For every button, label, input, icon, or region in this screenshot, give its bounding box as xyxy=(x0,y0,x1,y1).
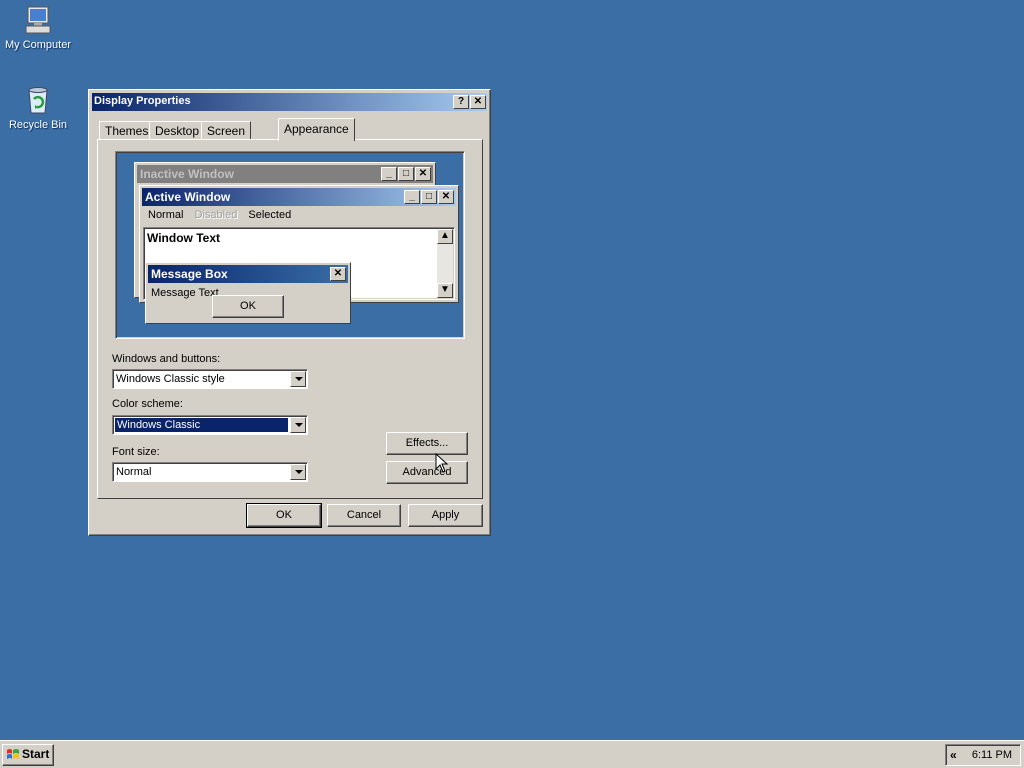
font-size-value: Normal xyxy=(116,466,152,478)
start-label: Start xyxy=(22,747,50,761)
desktop-icon-recycle-bin[interactable]: Recycle Bin xyxy=(0,84,76,131)
color-scheme-value: Windows Classic xyxy=(114,417,289,433)
taskbar: Start « 6:11 PM xyxy=(0,740,1024,768)
font-size-label: Font size: xyxy=(112,446,160,458)
dialog-titlebar[interactable]: Display Properties ? ✕ xyxy=(92,93,487,111)
tab-themes[interactable]: Themes xyxy=(99,121,155,139)
windows-buttons-select[interactable]: Windows Classic style xyxy=(112,369,308,389)
tab-desktop[interactable]: Desktop xyxy=(149,121,206,139)
tab-appearance[interactable]: Appearance xyxy=(278,118,355,141)
appearance-preview: Inactive Window _ □ ✕ Active Window _ □ … xyxy=(115,151,465,339)
effects-button[interactable]: Effects... xyxy=(386,432,468,455)
color-scheme-select[interactable]: Windows Classic xyxy=(112,415,308,435)
clock[interactable]: 6:11 PM xyxy=(972,749,1012,761)
preview-inactive-title: Inactive Window xyxy=(140,167,234,181)
recycle-bin-icon xyxy=(22,84,54,116)
chevron-down-icon[interactable] xyxy=(290,464,306,480)
apply-button[interactable]: Apply xyxy=(408,504,483,527)
system-tray: « 6:11 PM xyxy=(945,744,1021,766)
preview-message-box: Message Box ✕ Message Text OK xyxy=(145,262,351,324)
preview-msgbox-text: Message Text xyxy=(151,287,219,299)
cancel-button[interactable]: Cancel xyxy=(327,504,401,527)
color-scheme-label: Color scheme: xyxy=(112,398,183,410)
close-icon: ✕ xyxy=(438,190,454,204)
start-button[interactable]: Start xyxy=(2,744,54,766)
minimize-icon: _ xyxy=(404,190,420,204)
minimize-icon: _ xyxy=(381,167,397,181)
preview-menu-selected: Selected xyxy=(248,209,292,221)
desktop-icon-label: Recycle Bin xyxy=(8,119,68,131)
windows-buttons-label: Windows and buttons: xyxy=(112,353,221,365)
scroll-down-icon: ▼ xyxy=(437,283,453,298)
my-computer-icon xyxy=(22,4,54,36)
preview-inactive-titlebar: Inactive Window _ □ ✕ xyxy=(137,165,433,183)
preview-menu-normal: Normal xyxy=(148,209,184,221)
scroll-up-icon: ▲ xyxy=(437,229,453,244)
close-button[interactable]: ✕ xyxy=(470,95,486,109)
tray-expand-button[interactable]: « xyxy=(950,748,957,762)
appearance-panel: Inactive Window _ □ ✕ Active Window _ □ … xyxy=(97,139,483,499)
tab-screen-saver[interactable]: Screen Saver xyxy=(201,121,252,152)
preview-window-text: Window Text xyxy=(147,231,220,245)
windows-buttons-value: Windows Classic style xyxy=(116,373,225,385)
help-button[interactable]: ? xyxy=(453,95,469,109)
preview-active-titlebar: Active Window _ □ ✕ xyxy=(142,188,456,206)
mouse-cursor-icon xyxy=(435,453,449,473)
desktop-icon-label: My Computer xyxy=(4,39,72,51)
maximize-icon: □ xyxy=(421,190,437,204)
close-icon: ✕ xyxy=(330,267,346,281)
preview-msgbox-ok: OK xyxy=(212,295,284,318)
preview-menu: Normal Disabled Selected xyxy=(144,209,295,225)
advanced-button[interactable]: Advanced xyxy=(386,461,468,484)
preview-msgbox-titlebar: Message Box ✕ xyxy=(148,265,348,283)
display-properties-dialog: Display Properties ? ✕ Themes Desktop Sc… xyxy=(88,89,491,536)
desktop-icon-my-computer[interactable]: My Computer xyxy=(0,4,76,51)
dialog-title: Display Properties xyxy=(94,95,191,107)
close-icon: ✕ xyxy=(415,167,431,181)
chevron-down-icon[interactable] xyxy=(290,371,306,387)
maximize-icon: □ xyxy=(398,167,414,181)
ok-button[interactable]: OK xyxy=(246,503,322,528)
preview-active-title: Active Window xyxy=(145,190,231,204)
preview-menu-disabled: Disabled xyxy=(194,209,238,221)
chevron-down-icon[interactable] xyxy=(290,417,306,433)
preview-msgbox-title: Message Box xyxy=(151,267,228,281)
windows-logo-icon xyxy=(7,749,19,759)
preview-scrollbar: ▲ ▼ xyxy=(437,229,453,298)
font-size-select[interactable]: Normal xyxy=(112,462,308,482)
